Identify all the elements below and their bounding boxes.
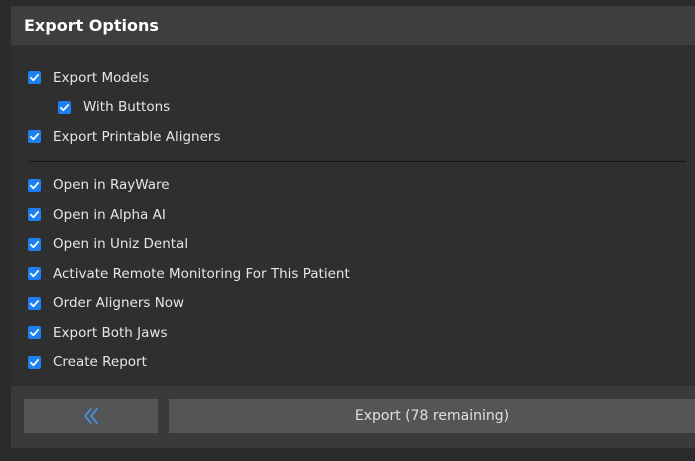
panel-header: Export Options — [11, 6, 695, 45]
checkmark-icon — [29, 74, 40, 82]
option-label: Open in RayWare — [53, 177, 170, 194]
checkbox-activate-remote-monitoring[interactable] — [28, 267, 41, 281]
option-order-aligners-now[interactable]: Order Aligners Now — [11, 289, 695, 319]
checkbox-open-in-alpha-ai[interactable] — [28, 208, 41, 222]
export-button-label: Export (78 remaining) — [354, 408, 510, 424]
option-open-in-rayware[interactable]: Open in RayWare — [11, 171, 695, 201]
option-export-printable-aligners[interactable]: Export Printable Aligners — [11, 122, 695, 152]
checkmark-icon — [29, 211, 40, 219]
checkmark-icon — [29, 358, 40, 366]
checkmark-icon — [29, 240, 40, 248]
option-export-models[interactable]: Export Models — [11, 63, 695, 93]
footer-bar: Export (78 remaining) — [11, 386, 695, 448]
option-with-buttons[interactable]: With Buttons — [11, 93, 695, 123]
export-button[interactable]: Export (78 remaining) — [169, 399, 695, 433]
option-label: Activate Remote Monitoring For This Pati… — [53, 265, 350, 282]
options-list: Export Models With Buttons Export Printa… — [11, 45, 695, 377]
option-create-report[interactable]: Create Report — [11, 348, 695, 378]
option-label: Open in Alpha AI — [53, 206, 166, 223]
export-options-panel: Export Options Export Models With Button… — [11, 6, 695, 448]
checkbox-with-buttons[interactable] — [58, 100, 71, 114]
option-label: Export Printable Aligners — [53, 128, 221, 145]
checkmark-icon — [29, 299, 40, 307]
option-label: With Buttons — [83, 99, 171, 116]
option-label: Create Report — [53, 354, 147, 371]
option-open-in-alpha-ai[interactable]: Open in Alpha AI — [11, 200, 695, 230]
double-chevron-left-icon — [84, 408, 98, 424]
checkbox-export-both-jaws[interactable] — [28, 326, 41, 340]
checkbox-open-in-rayware[interactable] — [28, 178, 41, 192]
checkmark-icon — [29, 133, 40, 141]
checkbox-open-in-uniz-dental[interactable] — [28, 237, 41, 251]
option-label: Export Both Jaws — [53, 324, 168, 341]
checkmark-icon — [29, 181, 40, 189]
checkbox-export-models[interactable] — [28, 71, 41, 85]
checkbox-create-report[interactable] — [28, 355, 41, 369]
checkmark-icon — [59, 103, 70, 111]
option-export-both-jaws[interactable]: Export Both Jaws — [11, 318, 695, 348]
section-divider — [29, 160, 686, 162]
checkbox-export-printable-aligners[interactable] — [28, 130, 41, 144]
panel-title: Export Options — [24, 16, 159, 35]
option-label: Export Models — [53, 69, 150, 86]
option-activate-remote-monitoring[interactable]: Activate Remote Monitoring For This Pati… — [11, 259, 695, 289]
checkbox-order-aligners-now[interactable] — [28, 296, 41, 310]
checkmark-icon — [29, 270, 40, 278]
option-open-in-uniz-dental[interactable]: Open in Uniz Dental — [11, 230, 695, 260]
option-label: Open in Uniz Dental — [53, 236, 189, 253]
option-label: Order Aligners Now — [53, 295, 185, 312]
checkmark-icon — [29, 329, 40, 337]
back-button[interactable] — [24, 399, 158, 433]
